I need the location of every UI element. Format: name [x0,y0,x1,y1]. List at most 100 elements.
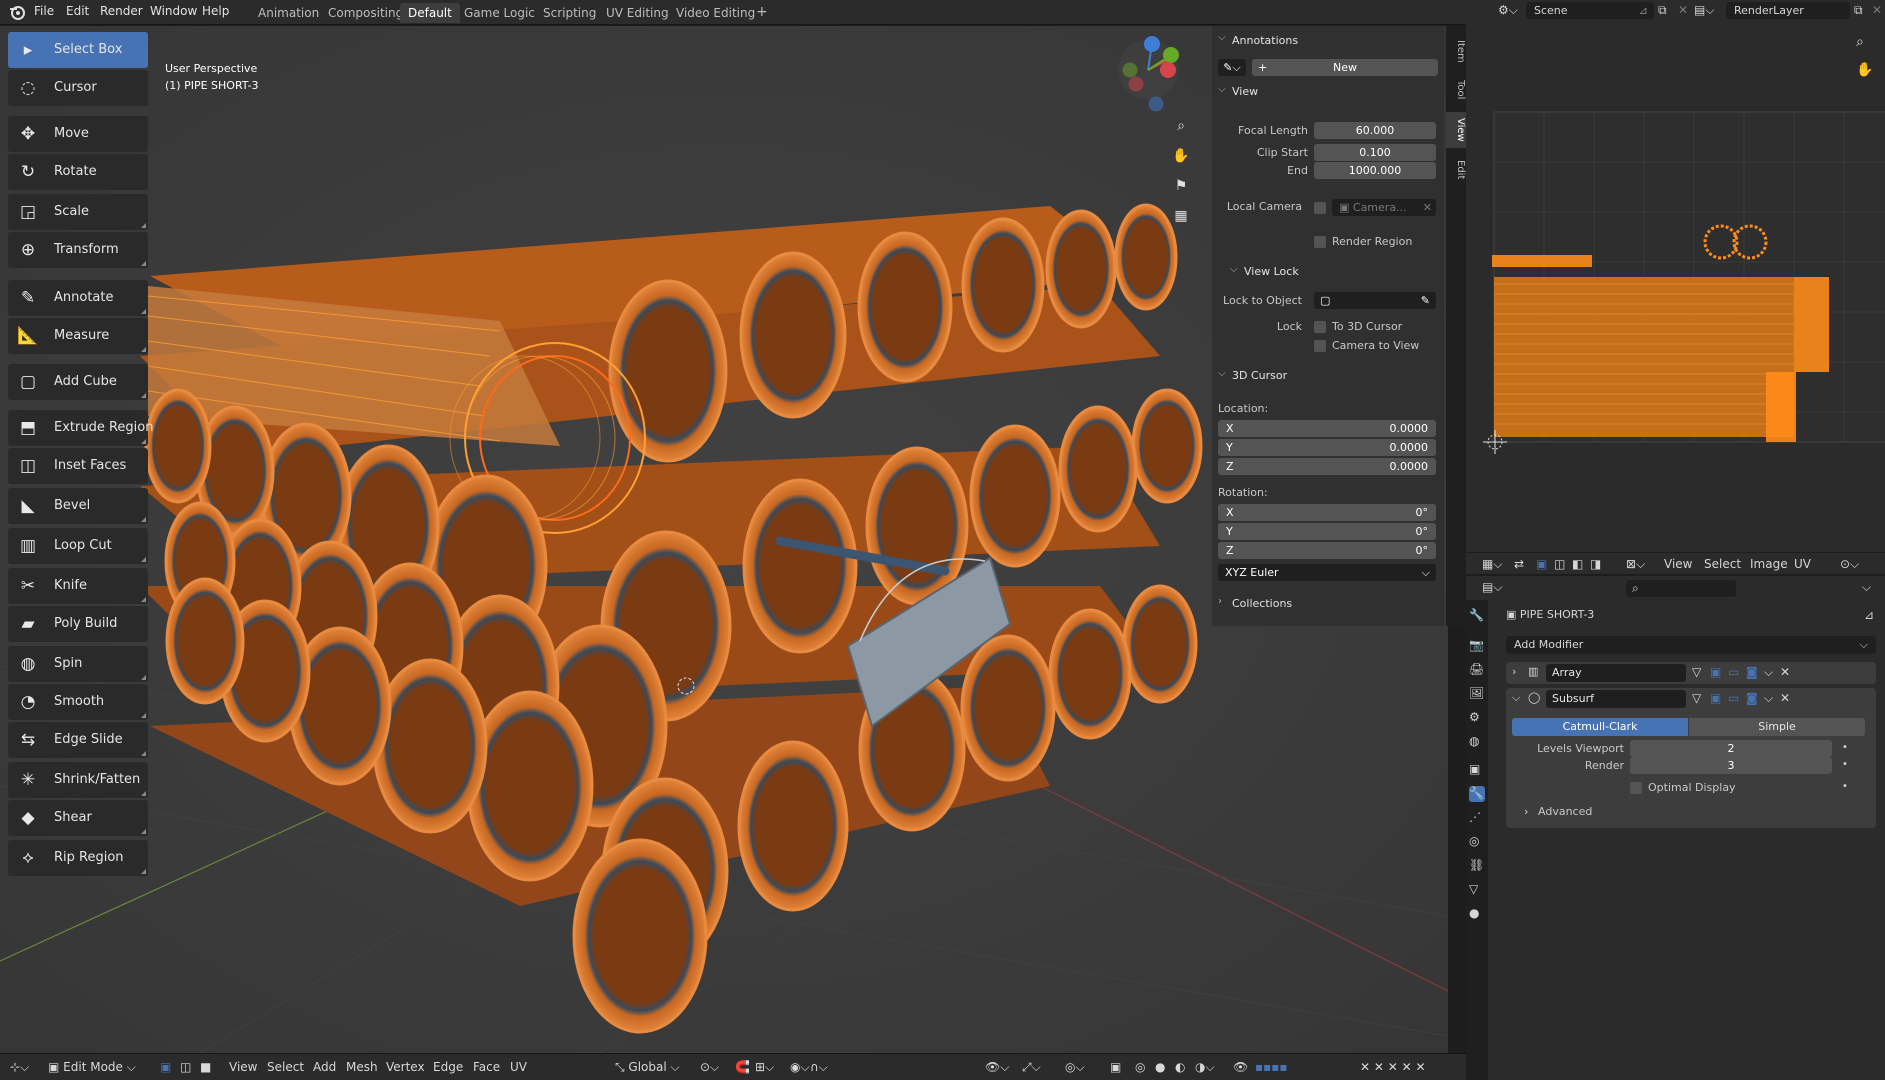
tool-edge-slide[interactable]: ⇆ Edge Slide [8,722,148,758]
render-levels-field[interactable]: 3 [1630,757,1832,774]
tool-inset-faces[interactable]: ◫ Inset Faces [8,448,148,484]
physics-tab-icon[interactable]: ◎ [1469,834,1485,850]
uv-editor[interactable]: ⌕ ✋ [1466,22,1885,572]
view-lock-header[interactable]: ⌵ View Lock [1212,262,1444,282]
menu-face[interactable]: Face [473,1060,500,1074]
tab-uv-editing[interactable]: UV Editing [598,3,677,23]
rendered-shading-icon[interactable]: ◑⌵ [1195,1060,1215,1075]
tab-animation[interactable]: Animation [250,3,327,23]
editor-type-icon[interactable]: ▤⌵ [1482,580,1502,595]
blender-logo-icon[interactable] [8,3,26,24]
viewport-display-icon[interactable]: ▭ [1728,691,1739,705]
tool-extrude-region[interactable]: ⬒ Extrude Region [8,410,153,446]
restrict-icons[interactable]: ✕ ✕ ✕ ✕ ✕ [1360,1060,1426,1074]
edit-cage-icon[interactable]: ▽ [1692,665,1701,679]
tab-view[interactable]: View [1446,112,1466,148]
face-select-icon[interactable]: ■ [200,1060,211,1074]
3d-cursor-header[interactable]: ⌵ 3D Cursor [1212,366,1444,386]
visibility-eye-icon[interactable]: 👁 [1233,1060,1248,1074]
eyedropper-icon[interactable]: ✎ [1421,292,1430,309]
render-layer-icon[interactable]: ▤⌵ [1694,3,1714,18]
tool-scale[interactable]: ◲ Scale [8,194,148,230]
output-tab-icon[interactable]: 🖨 [1469,662,1485,678]
pin-icon[interactable]: ⊿ [1639,2,1648,19]
vertex-select-icon[interactable]: ▣ [160,1060,171,1074]
rotation-mode-dropdown[interactable]: XYZ Euler ⌵ [1218,564,1436,581]
keyframe-dot-icon[interactable]: • [1842,781,1848,792]
cursor-rotation-z-field[interactable]: Z 0° [1218,542,1436,559]
scene-selector[interactable]: Scene ⊿ [1526,2,1654,19]
uv-menu-uv[interactable]: UV [1794,557,1811,571]
falloff-icon[interactable]: ∩⌵ [810,1060,828,1075]
modifier-tab-icon[interactable]: 🔧 [1469,786,1485,802]
camera-to-view-checkbox[interactable] [1314,340,1326,352]
pan-hand-icon[interactable]: ✋ [1169,144,1193,168]
tool-rip-region[interactable]: ⟡ Rip Region [8,840,148,876]
close-icon[interactable]: ✕ [1780,665,1790,679]
render-layer-selector[interactable]: RenderLayer [1726,2,1850,19]
solid-shading-icon[interactable]: ● [1155,1060,1165,1074]
uv-edge-mode-icon[interactable]: ◫ [1554,557,1565,571]
menu-window[interactable]: Window [150,4,197,18]
view-layer-tab-icon[interactable]: 🖼 [1469,686,1485,702]
lock-object-field[interactable]: ▢ ✎ [1314,292,1436,309]
tool-transform[interactable]: ⊕ Transform [8,232,148,268]
tool-annotate[interactable]: ✎ Annotate [8,280,148,316]
gizmo-toggle-icon[interactable]: ⤢⌵ [1022,1060,1041,1075]
add-workspace-button[interactable]: + [748,1,776,21]
proportional-edit-icon[interactable]: ◉⌵ [790,1060,810,1075]
annotation-new-button[interactable]: + New [1252,59,1438,76]
advanced-subpanel[interactable]: Advanced [1538,805,1592,818]
chevron-down-icon[interactable]: ⌵ [1764,691,1773,706]
array-name-field[interactable]: Array [1546,664,1686,682]
editor-type-icon[interactable]: ⊹⌵ [10,1060,29,1075]
edit-mode-icon[interactable]: ▣ [1710,691,1721,705]
ortho-toggle-icon[interactable]: ▦ [1169,204,1193,228]
menu-uv[interactable]: UV [510,1060,527,1074]
menu-edge[interactable]: Edge [433,1060,463,1074]
scene-tab-icon[interactable]: ⚙ [1469,710,1485,726]
tool-bevel[interactable]: ◣ Bevel [8,488,148,524]
menu-vertex[interactable]: Vertex [386,1060,425,1074]
tool-spin[interactable]: ◍ Spin [8,646,148,682]
menu-help[interactable]: Help [202,4,229,18]
cursor-location-y-field[interactable]: Y 0.0000 [1218,439,1436,456]
to-3d-cursor-checkbox[interactable] [1314,321,1326,333]
tool-loop-cut[interactable]: ▥ Loop Cut [8,528,148,564]
tab-default[interactable]: Default [400,3,460,23]
view-section-header[interactable]: ⌵ View [1212,82,1444,102]
uv-menu-view[interactable]: View [1664,557,1692,571]
close-icon[interactable]: ✕ [1678,3,1688,17]
cursor-rotation-x-field[interactable]: X 0° [1218,504,1436,521]
data-tab-icon[interactable]: ▽ [1469,882,1485,898]
material-shading-icon[interactable]: ◐ [1175,1060,1185,1074]
cursor-location-x-field[interactable]: X 0.0000 [1218,420,1436,437]
snap-target-icon[interactable]: ⊞⌵ [755,1060,774,1075]
tool-poly-build[interactable]: ▰ Poly Build [8,606,148,642]
menu-edit[interactable]: Edit [66,4,89,18]
add-modifier-dropdown[interactable]: Add Modifier ⌵ [1506,636,1876,654]
menu-mesh[interactable]: Mesh [346,1060,378,1074]
chevron-down-icon[interactable]: ⌵ [1764,665,1773,680]
uv-menu-select[interactable]: Select [1704,557,1741,571]
edge-select-icon[interactable]: ◫ [180,1060,191,1074]
tab-game-logic[interactable]: Game Logic [456,3,543,23]
close-icon[interactable]: ✕ [1423,199,1432,216]
tool-smooth[interactable]: ◔ Smooth [8,684,148,720]
tab-tool[interactable]: Tool [1446,74,1466,105]
tool-move[interactable]: ✥ Move [8,116,148,152]
scene-icon[interactable]: ⚙⌵ [1498,3,1518,18]
pin-icon[interactable]: ⊿ [1864,608,1874,622]
clip-end-field[interactable]: 1000.000 [1314,162,1436,179]
render-tab-icon[interactable]: 📷 [1469,638,1485,654]
tool-shear[interactable]: ◆ Shear [8,800,148,836]
render-display-icon[interactable]: ◙ [1746,691,1758,705]
camera-view-icon[interactable]: ⚑ [1169,174,1193,198]
pan-hand-icon[interactable]: ✋ [1856,62,1873,78]
local-camera-checkbox[interactable] [1314,202,1326,214]
clip-start-field[interactable]: 0.100 [1314,144,1436,161]
pivot-icon[interactable]: ⊙⌵ [700,1060,719,1075]
catmull-clark-button[interactable]: Catmull-Clark [1512,718,1688,736]
keyframe-dot-icon[interactable]: • [1842,742,1848,753]
uv-vertex-mode-icon[interactable]: ▣ [1536,557,1547,571]
